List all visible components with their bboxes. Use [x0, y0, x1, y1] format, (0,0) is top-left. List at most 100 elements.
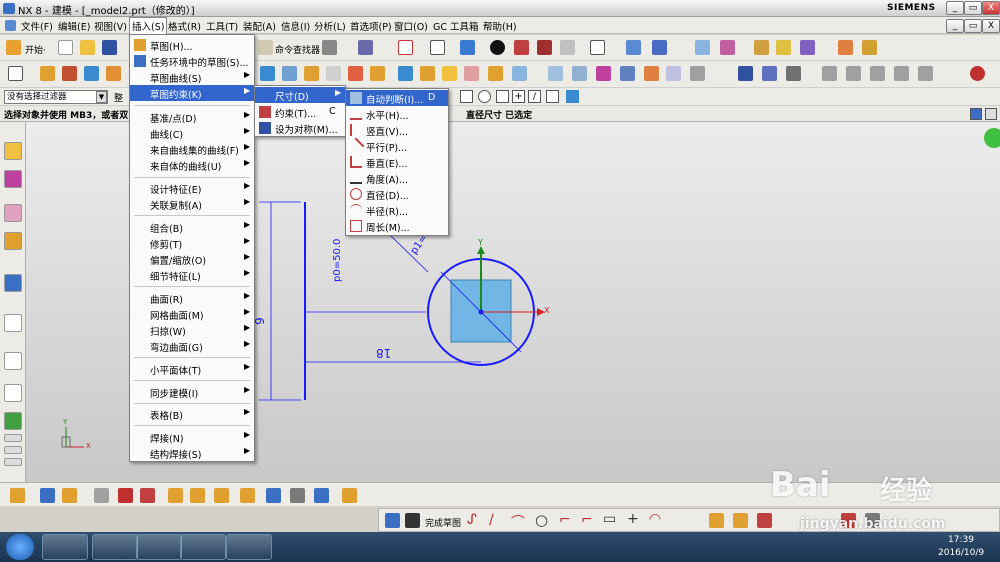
pattern-curve-icon[interactable]	[266, 488, 281, 503]
snap-plus-icon[interactable]: +	[512, 90, 525, 103]
insert-facet-body[interactable]: 小平面体(T) ▶	[130, 361, 254, 377]
profile-icon[interactable]	[40, 488, 55, 503]
wire-view-icon[interactable]	[560, 40, 575, 55]
show-hide-icon[interactable]	[800, 40, 815, 55]
transform-icon[interactable]	[776, 40, 791, 55]
render-style-icon[interactable]	[490, 40, 505, 55]
constraint-dimension[interactable]: 尺寸(D) ▶	[255, 87, 345, 103]
orient-view-icon[interactable]	[514, 40, 529, 55]
dimension-diameter[interactable]: 直径(D)...	[346, 186, 448, 202]
sweep-icon[interactable]	[596, 66, 611, 81]
insert-curve-from-body[interactable]: 来自体的曲线(U) ▶	[130, 157, 254, 173]
gc-icon-4[interactable]	[894, 66, 909, 81]
assembly-navigator-icon[interactable]	[4, 142, 22, 160]
web-browser-icon[interactable]	[4, 274, 22, 292]
circle-tool-icon[interactable]: ○	[535, 511, 548, 529]
menu-file[interactable]: 文件(F)	[21, 19, 53, 33]
insert-curve-from-curves[interactable]: 来自曲线集的曲线(F) ▶	[130, 141, 254, 157]
gc-icon-1[interactable]	[822, 66, 837, 81]
maximize-button[interactable]: ▭	[964, 1, 982, 15]
quick-extend-icon-2[interactable]	[733, 513, 748, 528]
scroll-down-icon[interactable]	[4, 458, 22, 466]
offset-curve-icon[interactable]	[94, 488, 109, 503]
derived-line-icon[interactable]	[290, 488, 305, 503]
start-orb-icon[interactable]	[6, 534, 34, 560]
insert-weld[interactable]: 焊接(N) ▶	[130, 429, 254, 445]
chamfer-icon[interactable]	[282, 66, 297, 81]
selection-icon[interactable]	[322, 40, 337, 55]
draft-icon[interactable]	[442, 66, 457, 81]
taskbar-ie-icon[interactable]	[92, 534, 138, 560]
menu-help[interactable]: 帮助(H)	[483, 19, 517, 33]
quick-trim-icon[interactable]	[709, 513, 724, 528]
dimension-perpendicular[interactable]: 垂直(E)...	[346, 154, 448, 170]
finish-flag-icon[interactable]	[405, 513, 420, 528]
trim-curve-icon[interactable]	[140, 488, 155, 503]
new-file-icon[interactable]	[58, 40, 73, 55]
scroll-icon[interactable]	[4, 446, 22, 454]
curve-icon[interactable]	[690, 66, 705, 81]
shaded-view-icon[interactable]	[460, 40, 475, 55]
insert-curve[interactable]: 曲线(C) ▶	[130, 125, 254, 141]
revolve-icon[interactable]	[62, 66, 77, 81]
doc-restore-button[interactable]: ▭	[964, 19, 982, 33]
sketch-icon[interactable]	[8, 66, 23, 81]
studio-spline-icon[interactable]: ◠	[649, 511, 661, 527]
gc-icon-5[interactable]	[918, 66, 933, 81]
thicken-icon[interactable]	[464, 66, 479, 81]
blend-icon[interactable]	[304, 66, 319, 81]
shell-icon[interactable]	[326, 66, 341, 81]
profile-tool-icon[interactable]: ᔑ	[467, 512, 477, 528]
taskbar-nx-icon[interactable]	[180, 534, 226, 560]
replace-face-icon[interactable]	[786, 66, 801, 81]
insert-associative-copy[interactable]: 关联复制(A) ▶	[130, 196, 254, 212]
part-navigator-icon[interactable]	[695, 40, 710, 55]
make-corner-icon[interactable]	[342, 488, 357, 503]
process-studio-icon[interactable]	[4, 412, 22, 430]
dimension-parallel[interactable]: 平行(P)...	[346, 137, 448, 155]
insert-table[interactable]: 表格(B) ▶	[130, 406, 254, 422]
sketch-curve-icon[interactable]	[10, 488, 25, 503]
boolean-icon[interactable]	[260, 66, 275, 81]
menu-preferences[interactable]: 首选项(P)	[350, 19, 392, 33]
dimension-inferred[interactable]: 自动判断(I)... D	[346, 90, 448, 106]
snap-cube-icon[interactable]	[566, 90, 579, 103]
command-finder-button[interactable]: 命令查找器	[275, 43, 320, 56]
tray-icons[interactable]	[780, 541, 860, 553]
insert-offset-scale[interactable]: 偏置/缩放(O) ▶	[130, 251, 254, 267]
insert-structure-weld[interactable]: 结构焊接(S) ▶	[130, 445, 254, 461]
sync-icon[interactable]	[738, 66, 753, 81]
doc-close-button[interactable]: X	[982, 19, 1000, 33]
bridge-icon[interactable]	[666, 66, 681, 81]
close-button[interactable]: X	[982, 1, 1000, 15]
open-folder-icon[interactable]	[80, 40, 95, 55]
extrude-icon[interactable]	[40, 66, 55, 81]
dim-label-18[interactable]: 18	[376, 346, 391, 360]
studio-icon[interactable]	[644, 66, 659, 81]
boss-icon[interactable]	[512, 66, 527, 81]
finish-sketch-icon[interactable]	[385, 513, 400, 528]
measure-icon[interactable]	[838, 40, 853, 55]
menu-format[interactable]: 格式(R)	[168, 19, 201, 33]
insert-sketch-curve[interactable]: 草图曲线(S) ▶	[130, 69, 254, 85]
snap-icon[interactable]	[358, 40, 373, 55]
reuse-library-icon[interactable]	[4, 232, 22, 250]
offset-face-icon[interactable]	[420, 66, 435, 81]
fillet-icon[interactable]	[62, 488, 77, 503]
doc-minimize-button[interactable]: _	[946, 19, 964, 33]
corner-icon[interactable]	[190, 488, 205, 503]
insert-sketch[interactable]: 草图(H)...	[130, 37, 254, 53]
constraint-constraints[interactable]: 约束(T)... C	[255, 104, 345, 120]
menu-window[interactable]: 窗口(O)	[394, 19, 428, 33]
scroll-up-icon[interactable]	[4, 434, 22, 442]
dimension-angular[interactable]: 角度(A)...	[346, 170, 448, 186]
insert-surface[interactable]: 曲面(R) ▶	[130, 290, 254, 306]
pull-face-icon[interactable]	[762, 66, 777, 81]
insert-datum-point[interactable]: 基准/点(D) ▶	[130, 109, 254, 125]
swept-icon[interactable]	[620, 66, 635, 81]
project-icon[interactable]	[214, 488, 229, 503]
collapse-status-icon[interactable]	[985, 108, 997, 120]
menu-view[interactable]: 视图(V)	[94, 19, 127, 33]
settings-icon[interactable]	[970, 66, 985, 81]
selection-scope-label[interactable]: 整	[114, 91, 123, 104]
